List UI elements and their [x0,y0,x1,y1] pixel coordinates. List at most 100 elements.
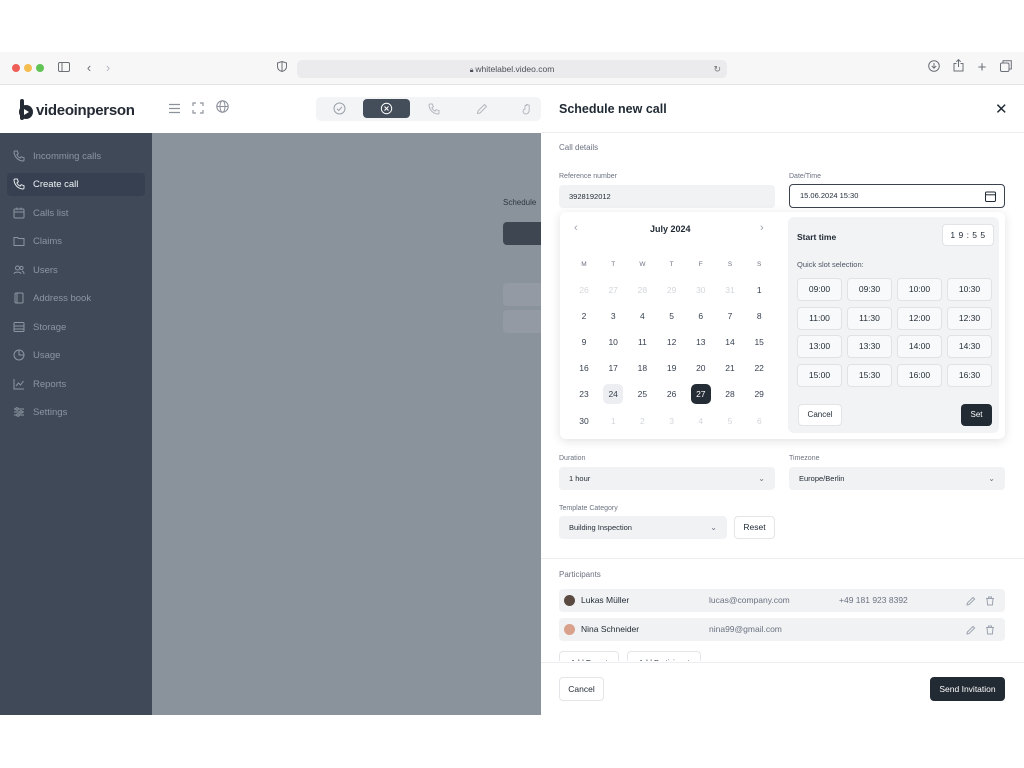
calendar-day[interactable]: 2 [632,411,652,431]
calendar-day[interactable]: 7 [720,306,740,326]
calendar-day[interactable]: 6 [691,306,711,326]
calendar-day[interactable]: 17 [603,358,623,378]
calendar-day[interactable]: 3 [662,411,682,431]
fullscreen-icon[interactable] [192,101,206,115]
timezone-select[interactable]: Europe/Berlin ⌄ [789,467,1005,490]
share-icon[interactable] [948,58,968,78]
calendar-day[interactable]: 28 [632,280,652,300]
calendar-day[interactable]: 3 [603,306,623,326]
calendar-day[interactable]: 30 [691,280,711,300]
sidebar-item-users[interactable]: Users [7,259,145,282]
sidebar-item-claims[interactable]: Claims [7,230,145,253]
globe-icon[interactable] [216,100,230,114]
sidebar-item-storage[interactable]: Storage [7,316,145,339]
time-slot-button[interactable]: 12:30 [947,306,992,330]
calendar-day[interactable]: 15 [749,332,769,352]
address-bar[interactable]: 🔒︎ whitelabel.video.com ↻ [297,60,727,78]
calendar-day[interactable]: 19 [662,358,682,378]
calendar-day[interactable]: 12 [662,332,682,352]
participant-row[interactable]: Nina Schneider nina99@gmail.com [559,618,1005,641]
calendar-day[interactable]: 18 [632,358,652,378]
calendar-day[interactable]: 24 [603,384,624,405]
calendar-day[interactable]: 4 [632,306,652,326]
add-expert-button[interactable]: Add Expert [559,651,619,661]
calendar-day[interactable]: 1 [603,411,623,431]
calendar-day[interactable]: 5 [720,411,740,431]
calendar-day[interactable]: 28 [720,384,740,404]
reset-button[interactable]: Reset [734,516,775,539]
calendar-day[interactable]: 9 [574,332,594,352]
trash-icon[interactable] [985,625,995,635]
calendar-day[interactable]: 30 [574,411,594,431]
forward-icon[interactable]: › [98,58,118,78]
next-month-icon[interactable]: › [760,222,764,234]
reload-icon[interactable]: ↻ [713,60,721,78]
sidebar-item-reports[interactable]: Reports [7,373,145,396]
trash-icon[interactable] [985,596,995,606]
time-cancel-button[interactable]: Cancel [798,404,842,426]
calendar-day[interactable]: 11 [632,332,652,352]
time-set-button[interactable]: Set [961,404,992,426]
time-slot-button[interactable]: 09:30 [847,278,892,301]
time-slot-button[interactable]: 11:30 [847,306,892,330]
add-participant-button[interactable]: Add Participant [627,651,701,661]
time-slot-button[interactable]: 16:30 [947,364,992,388]
modal-overlay[interactable]: Schedule [152,133,541,715]
calendar-day-selected[interactable]: 27 [690,384,711,405]
calendar-day[interactable]: 25 [632,384,652,404]
calendar-day[interactable]: 22 [749,358,769,378]
calendar-day[interactable]: 16 [574,358,594,378]
calendar-day[interactable]: 26 [574,280,594,300]
close-window-button[interactable] [12,64,20,72]
calendar-day[interactable]: 26 [662,384,682,404]
back-icon[interactable]: ‹ [79,58,99,78]
minimize-window-button[interactable] [24,64,32,72]
calendar-day[interactable]: 13 [691,332,711,352]
time-slot-button[interactable]: 16:00 [897,364,942,388]
time-slot-button[interactable]: 13:00 [797,335,842,359]
sidebar-item-usage[interactable]: Usage [7,344,145,367]
download-icon[interactable] [924,58,944,78]
tool-active-button[interactable] [363,99,410,118]
hand-icon[interactable] [522,102,534,120]
cancel-button[interactable]: Cancel [559,677,604,701]
new-tab-icon[interactable]: + [972,58,992,78]
time-slot-button[interactable]: 12:00 [897,306,942,330]
calendar-day[interactable]: 20 [691,358,711,378]
close-icon[interactable]: ✕ [995,100,1008,118]
sidebar-item-create-call[interactable]: Create call [7,173,145,196]
zoom-window-button[interactable] [36,64,44,72]
time-slot-button[interactable]: 14:30 [947,335,992,359]
time-slot-button[interactable]: 13:30 [847,335,892,359]
calendar-day[interactable]: 14 [720,332,740,352]
send-invitation-button[interactable]: Send Invitation [930,677,1005,701]
shield-icon[interactable] [272,58,292,78]
sidebar-item-address-book[interactable]: Address book [7,287,145,310]
tabs-overview-icon[interactable] [996,58,1016,78]
sidebar-item-calls-list[interactable]: Calls list [7,202,145,225]
duration-select[interactable]: 1 hour ⌄ [559,467,775,490]
calendar-day[interactable]: 29 [749,384,769,404]
prev-month-icon[interactable]: ‹ [574,222,578,234]
calendar-day[interactable]: 31 [720,280,740,300]
time-slot-button[interactable]: 11:00 [797,306,842,330]
calendar-day[interactable]: 23 [574,384,594,404]
time-slot-button[interactable]: 10:00 [897,278,942,301]
calendar-icon[interactable] [985,191,996,202]
check-circle-icon[interactable] [333,102,346,120]
time-slot-button[interactable]: 10:30 [947,278,992,301]
calendar-day[interactable]: 8 [749,306,769,326]
menu-icon[interactable] [168,101,182,115]
calendar-day[interactable]: 6 [749,411,769,431]
calendar-day[interactable]: 1 [749,280,769,300]
calendar-day[interactable]: 2 [574,306,594,326]
time-slot-button[interactable]: 09:00 [797,278,842,301]
calendar-day[interactable]: 4 [691,411,711,431]
calendar-day[interactable]: 10 [603,332,623,352]
edit-icon[interactable] [966,625,976,635]
sidebar-item-settings[interactable]: Settings [7,401,145,424]
template-category-select[interactable]: Building Inspection ⌄ [559,516,727,539]
calendar-day[interactable]: 5 [662,306,682,326]
sidebar-toggle-icon[interactable] [54,58,74,78]
time-slot-button[interactable]: 15:30 [847,364,892,388]
